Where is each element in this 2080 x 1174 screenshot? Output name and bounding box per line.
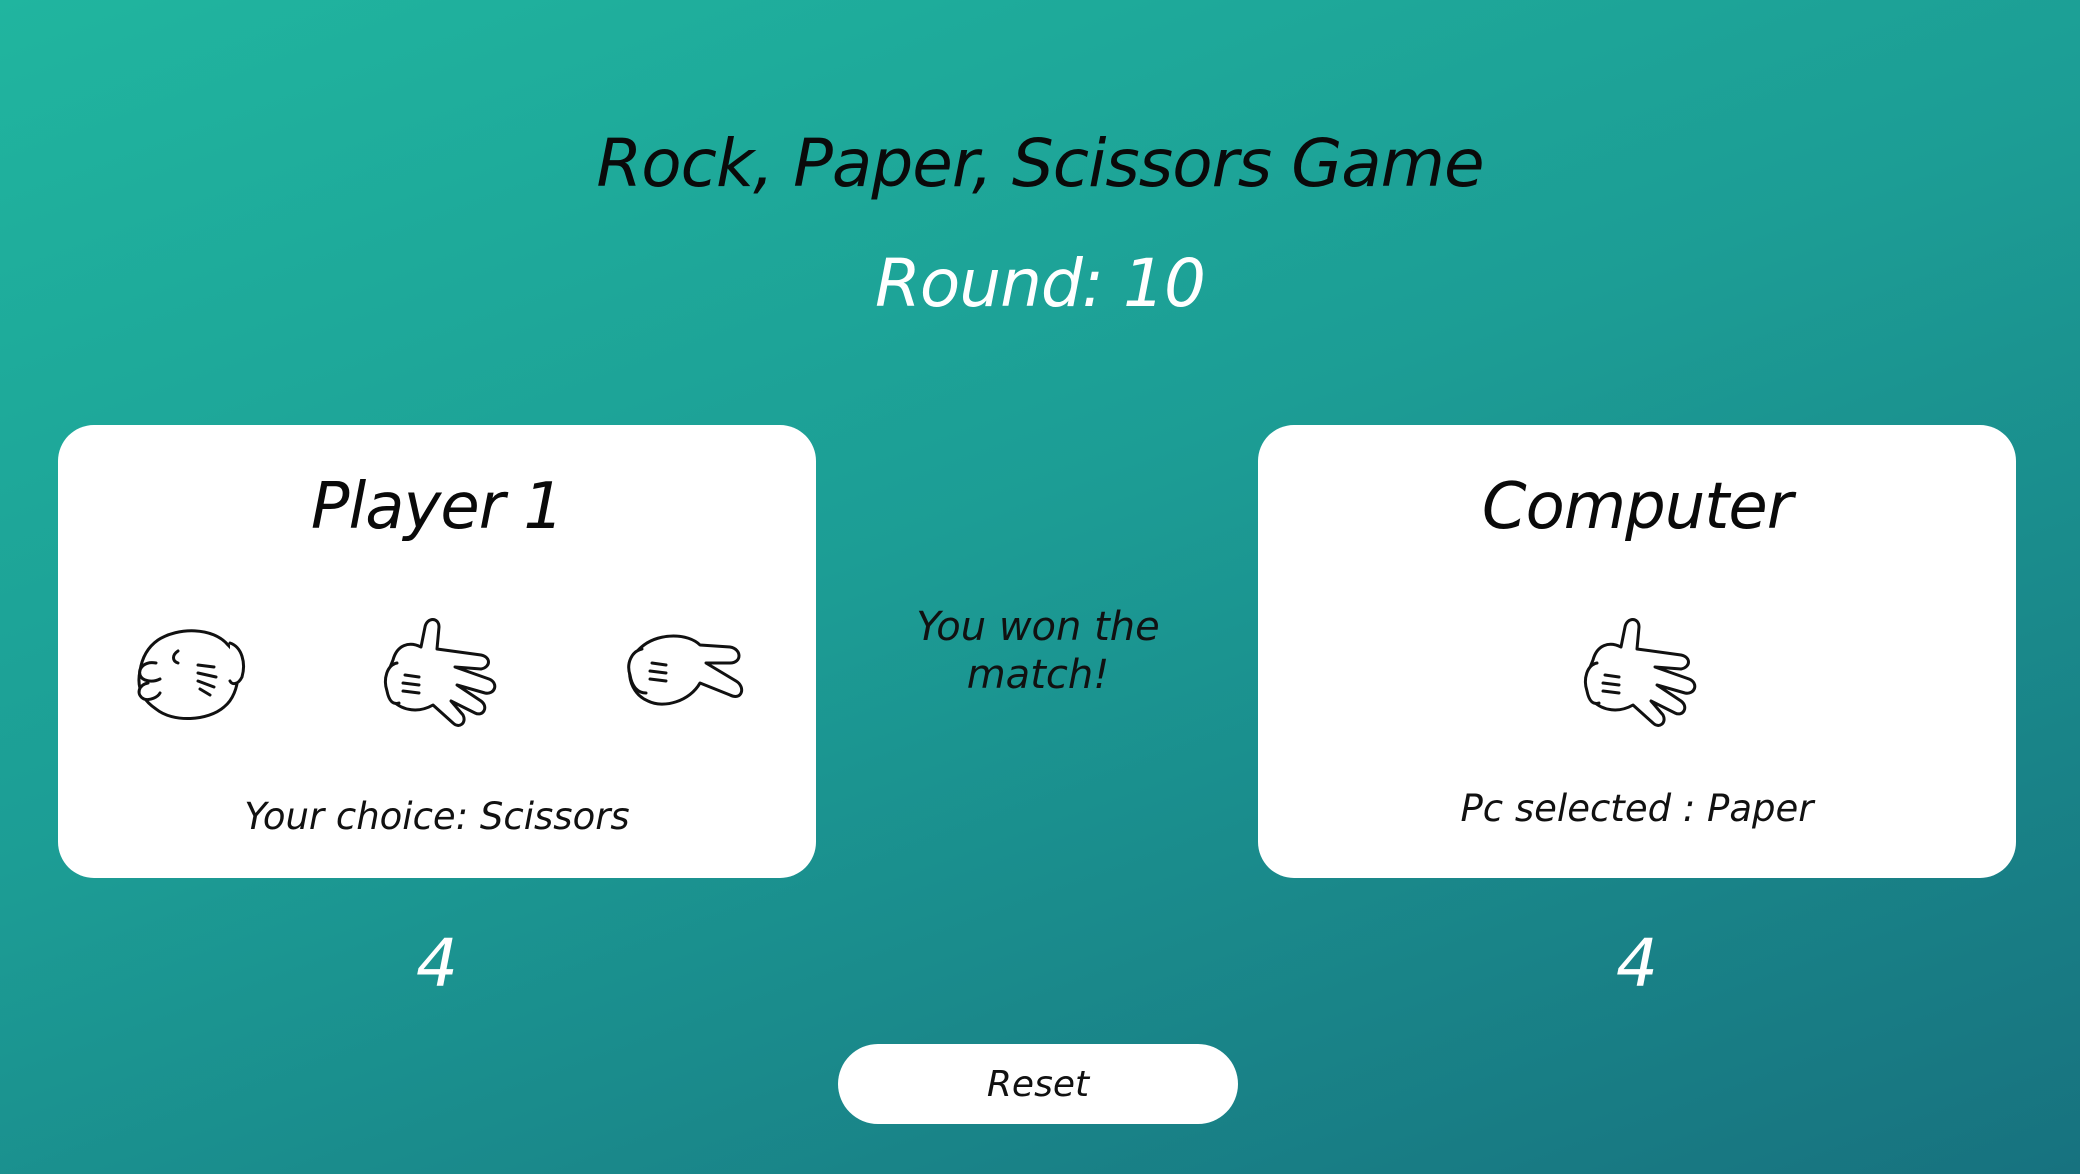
player-score: 4 <box>416 925 458 1002</box>
player-choice-label: Your choice: Scissors <box>244 795 630 838</box>
computer-score: 4 <box>1616 925 1658 1002</box>
scissors-choice-button[interactable] <box>608 605 748 745</box>
game-title: Rock, Paper, Scissors Game <box>596 125 1484 202</box>
computer-selection <box>1258 605 2016 745</box>
player-name: Player 1 <box>310 470 564 544</box>
computer-card: Computer Pc selected : Paper <box>1258 425 2016 878</box>
round-counter: Round: 10 <box>875 245 1206 322</box>
reset-button[interactable]: Reset <box>838 1044 1238 1124</box>
paper-choice-button[interactable] <box>363 605 503 745</box>
paper-hand-icon <box>1583 618 1697 727</box>
computer-selected-hand <box>1563 605 1703 745</box>
paper-hand-icon <box>383 618 497 727</box>
player-card: Player 1 Your choice: Scissors <box>58 425 816 878</box>
computer-name: Computer <box>1481 470 1793 544</box>
match-result-message: You won the match! <box>916 604 1160 698</box>
rock-choice-button[interactable] <box>118 605 258 745</box>
rock-hand-icon <box>137 629 245 721</box>
player-choice-options <box>58 605 816 745</box>
scissors-hand-icon <box>627 634 744 706</box>
computer-choice-label: Pc selected : Paper <box>1460 787 1814 830</box>
